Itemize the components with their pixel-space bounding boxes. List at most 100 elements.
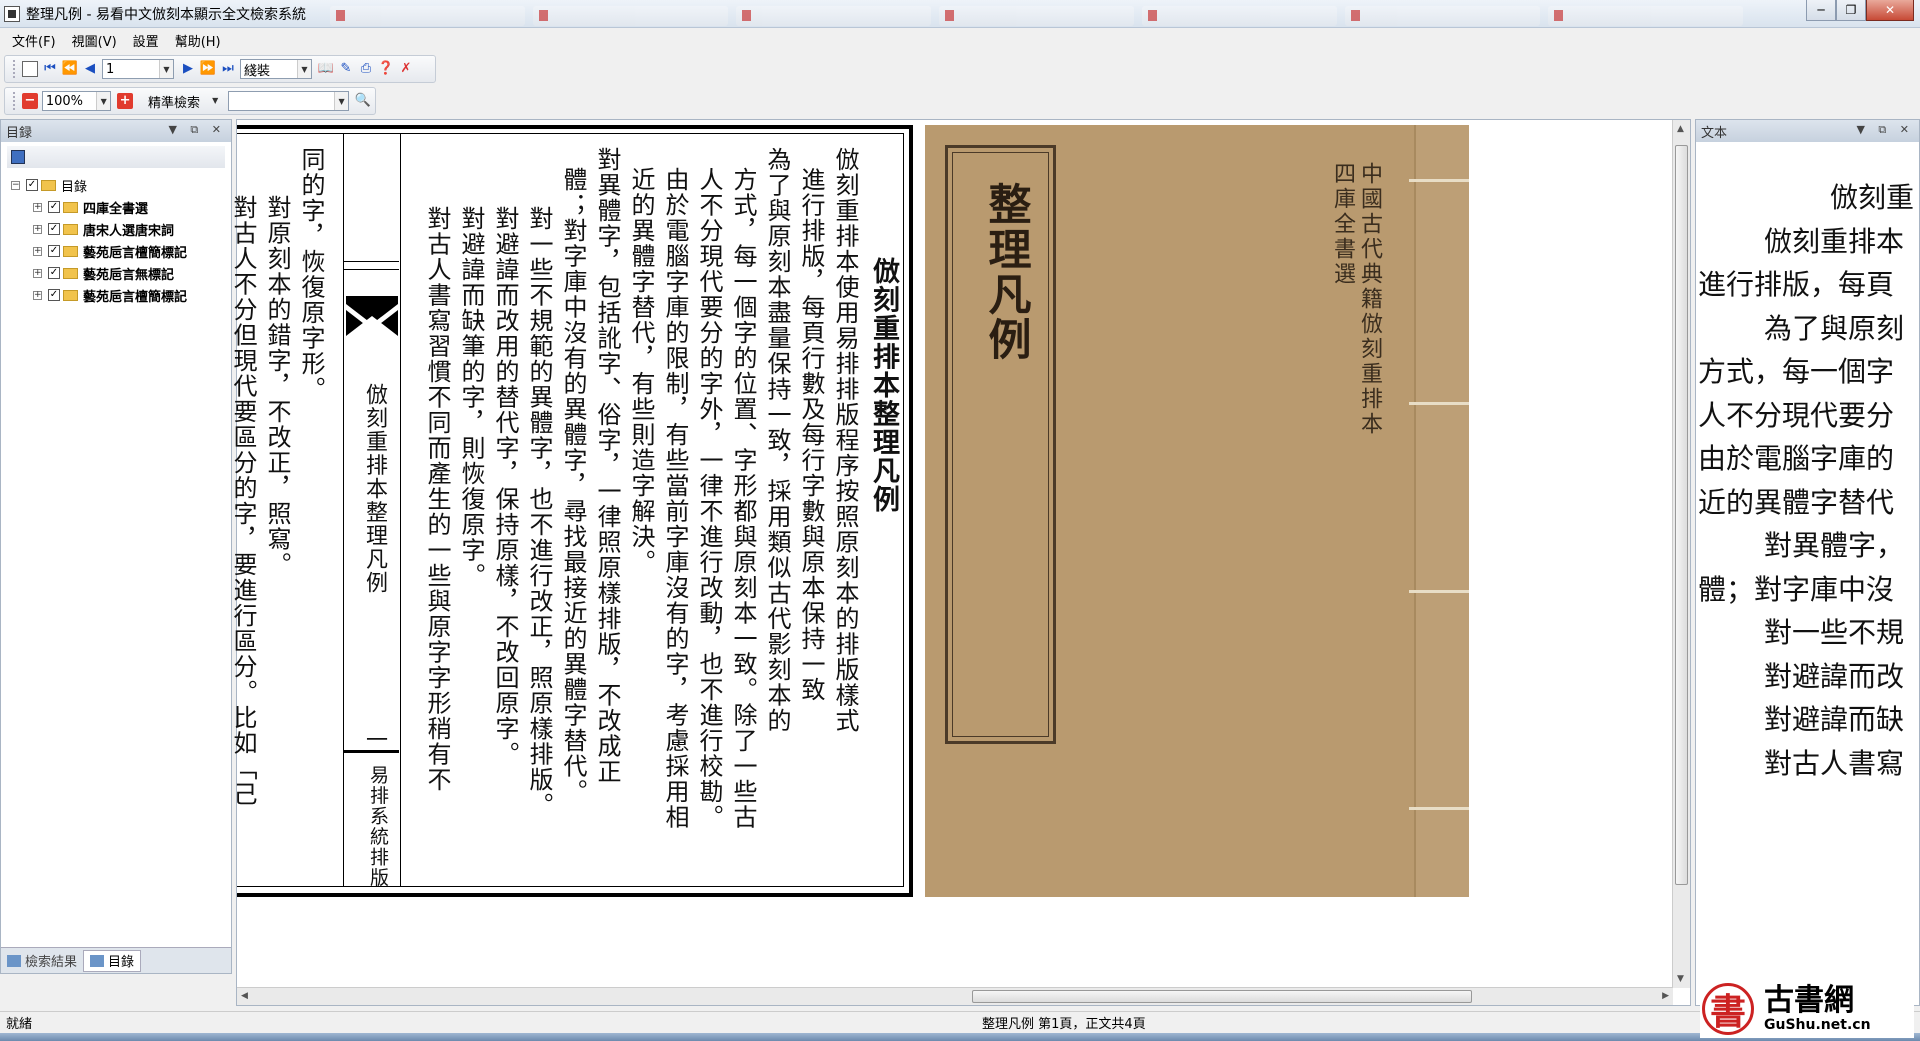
- new-document-icon[interactable]: [22, 61, 38, 77]
- page-spine: 倣刻重排本整理凡例 一 易排系統排版: [344, 133, 399, 888]
- binoculars-search-icon[interactable]: 🔍: [355, 93, 371, 109]
- window-title: 整理凡例 - 易看中文倣刻本顯示全文檢索系統: [26, 6, 306, 23]
- previous-chapter-icon[interactable]: ⏪: [62, 61, 78, 77]
- zoom-in-icon[interactable]: +: [117, 93, 134, 109]
- page-number-select[interactable]: 1 ▼: [102, 59, 174, 79]
- text-column: 對避諱而缺筆的字，則恢復原字。: [457, 206, 485, 589]
- text-line: 對避諱而改: [1764, 659, 1905, 693]
- horizontal-scroll-thumb[interactable]: [972, 990, 1472, 1003]
- text-panel: 文本 ▼ ⧉ ✕ 倣刻重 倣刻重排本 進行排版，每頁 為了與原刻 方式，每一個字…: [1695, 119, 1920, 1006]
- scroll-up-icon[interactable]: ▲: [1677, 124, 1684, 134]
- menu-file[interactable]: 文件(F): [12, 31, 56, 50]
- chevron-down-icon: ▼: [212, 95, 219, 105]
- print-icon[interactable]: ⎙: [358, 61, 374, 77]
- logo-url: GuShu.net.cn: [1764, 1017, 1871, 1033]
- tree-node-label: 藝苑巵言檀簡標記: [83, 289, 188, 305]
- zoom-select[interactable]: 100% ▼: [41, 91, 112, 111]
- checkbox-icon[interactable]: ✓: [48, 201, 60, 213]
- checkbox-icon[interactable]: ✓: [48, 223, 60, 235]
- tree-node-root[interactable]: − ✓ 目錄: [11, 174, 231, 196]
- expand-icon[interactable]: +: [33, 268, 42, 278]
- menu-view[interactable]: 視圖(V): [72, 31, 117, 50]
- checkbox-icon[interactable]: ✓: [48, 289, 60, 301]
- close-button[interactable]: ✕: [1866, 0, 1914, 21]
- text-column: 對古人不分但現代要區分的字，要進行區分。比如「己: [229, 195, 257, 807]
- expand-icon[interactable]: +: [33, 202, 42, 212]
- text-column: 對避諱而改用的替代字，保持原樣，不改回原字。: [491, 206, 519, 767]
- logo-seal: 書: [1702, 983, 1754, 1035]
- tab-catalog[interactable]: 目錄: [83, 949, 142, 972]
- minimize-button[interactable]: ─: [1806, 0, 1836, 21]
- text-column: 對異體字，包括訛字、俗字，一律照原樣排版，不改成正: [593, 147, 621, 785]
- help-icon[interactable]: ❓: [378, 61, 394, 77]
- plain-text-view[interactable]: 倣刻重 倣刻重排本 進行排版，每頁 為了與原刻 方式，每一個字 人不分現代要分 …: [1698, 176, 1919, 785]
- first-page-icon[interactable]: ⏮: [42, 61, 58, 77]
- view-mode-select[interactable]: 綫裝 ▼: [240, 59, 312, 79]
- site-watermark-logo: 書 古書網 GuShu.net.cn: [1700, 980, 1914, 1038]
- expand-icon[interactable]: +: [33, 246, 42, 256]
- spine-page-number: 一: [362, 728, 387, 752]
- chevron-down-icon: ▼: [159, 60, 173, 78]
- page-title: 倣刻重排本整理凡例: [868, 257, 899, 514]
- document-view[interactable]: 倣刻重排本整理凡例 倣刻重排本使用易排排版程序按照原刻本的排版樣式 進行排版，每…: [229, 119, 1691, 1006]
- menu-settings[interactable]: 設置: [133, 31, 159, 50]
- zoom-out-icon[interactable]: −: [21, 93, 38, 109]
- last-page-icon[interactable]: ⏭: [220, 61, 236, 77]
- edit-note-icon[interactable]: ✎: [338, 61, 354, 77]
- catalog-panel: 目録 ▼ ⧉ ✕ − ✓ 目錄 + ✓ 四庫全書選 + ✓ 唐宋人選唐宋詞 + …: [0, 119, 232, 974]
- scroll-down-icon[interactable]: ▼: [1677, 974, 1684, 984]
- column-divider: [343, 133, 344, 887]
- text-column: 人不分現代要分的字外，一律不進行改動，也不進行校勘。: [695, 167, 723, 830]
- text-line: 進行排版，每頁: [1698, 268, 1895, 301]
- maximize-button[interactable]: ❐: [1836, 0, 1866, 21]
- panel-controls[interactable]: ▼ ⧉ ✕: [1856, 123, 1914, 137]
- toolbar-grip[interactable]: [13, 60, 16, 78]
- book-cover-image: 整理凡例 中國古代典籍倣刻重排本 四庫全書選: [925, 125, 1469, 897]
- tree-node-yiyuan-unmarked[interactable]: + ✓ 藝苑巵言無標記: [11, 262, 231, 284]
- tree-node-tangsong[interactable]: + ✓ 唐宋人選唐宋詞: [11, 218, 231, 240]
- expand-icon[interactable]: +: [33, 224, 42, 234]
- menu-bar: 文件(F) 視圖(V) 設置 幫助(H): [0, 29, 1920, 51]
- checkbox-icon[interactable]: ✓: [26, 179, 38, 191]
- next-page-icon[interactable]: ▶: [180, 61, 196, 77]
- view-mode-value: 綫裝: [244, 63, 271, 79]
- search-input[interactable]: ▼: [228, 91, 350, 111]
- previous-page-icon[interactable]: ◀: [82, 61, 98, 77]
- tree-node-siku[interactable]: + ✓ 四庫全書選: [11, 196, 231, 218]
- tab-label: 檢索結果: [25, 955, 78, 970]
- tree-node-yiyuan-marked[interactable]: + ✓ 藝苑巵言檀簡標記: [11, 240, 231, 262]
- spine-title: 倣刻重排本整理凡例: [362, 383, 387, 595]
- tree-view-icon[interactable]: [11, 150, 25, 164]
- text-line: 人不分現代要分: [1698, 398, 1895, 432]
- menu-help[interactable]: 幫助(H): [175, 31, 221, 50]
- search-mode-select[interactable]: 精準檢索 ▼: [145, 91, 222, 111]
- checkbox-icon[interactable]: ✓: [48, 267, 60, 279]
- tab-label: 目錄: [108, 955, 135, 970]
- folder-icon: [63, 289, 78, 301]
- folder-icon: [41, 179, 56, 191]
- toolbar-grip[interactable]: [13, 92, 16, 110]
- exit-icon[interactable]: ✗: [398, 61, 414, 77]
- tree-node-label: 藝苑巵言無標記: [83, 267, 175, 283]
- panel-controls[interactable]: ▼ ⧉ ✕: [168, 123, 226, 137]
- tree-node-label: 四庫全書選: [83, 201, 149, 217]
- horizontal-scrollbar[interactable]: ◀ ▶: [237, 987, 1673, 1005]
- next-chapter-icon[interactable]: ⏩: [200, 61, 216, 77]
- text-line: 倣刻重: [1830, 181, 1915, 214]
- scroll-right-icon[interactable]: ▶: [1662, 991, 1669, 1001]
- checkbox-icon[interactable]: ✓: [48, 245, 60, 257]
- catalog-panel-title: 目録: [6, 125, 33, 141]
- catalog-icon: [90, 954, 105, 967]
- scroll-left-icon[interactable]: ◀: [241, 991, 248, 1001]
- vertical-scroll-thumb[interactable]: [1675, 145, 1688, 885]
- chevron-down-icon: ▼: [297, 60, 311, 78]
- book-view-icon[interactable]: 📖: [318, 61, 334, 77]
- tree-node-yiyuan-marked-2[interactable]: + ✓ 藝苑巵言檀簡標記: [11, 284, 231, 306]
- column-divider: [400, 133, 401, 887]
- collapse-icon[interactable]: −: [11, 180, 20, 190]
- page-status: 整理凡例 第1頁，正文共4頁: [982, 1017, 1146, 1032]
- text-column: 進行排版，每頁行數及每行字數與原本保持一致: [797, 167, 825, 703]
- expand-icon[interactable]: +: [33, 290, 42, 300]
- tab-search-results[interactable]: 檢索結果: [1, 950, 83, 972]
- vertical-scrollbar[interactable]: ▲ ▼: [1672, 120, 1690, 988]
